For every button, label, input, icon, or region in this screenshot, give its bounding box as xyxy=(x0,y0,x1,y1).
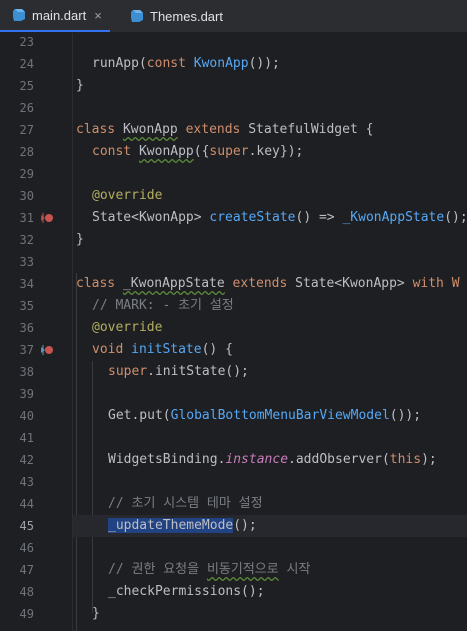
code-line[interactable]: Get.put(GlobalBottomMenuBarViewModel()); xyxy=(73,405,467,427)
line-number: 31 xyxy=(19,211,34,225)
line-number-gutter[interactable]: 23 24 25 26 27 28 29 30 31 32 33 34 35 3… xyxy=(0,33,73,631)
editor-tab-bar: main.dart × Themes.dart xyxy=(0,0,467,33)
code-line[interactable]: void initState() { xyxy=(73,339,467,361)
line-number: 43 xyxy=(19,475,34,489)
code-line[interactable]: WidgetsBinding.instance.addObserver(this… xyxy=(73,449,467,471)
code-line[interactable]: // 권한 요청을 비동기적으로 시작 xyxy=(73,559,467,581)
line-number: 27 xyxy=(19,123,34,137)
line-number: 36 xyxy=(19,321,34,335)
code-line[interactable]: super.initState(); xyxy=(73,361,467,383)
code-line[interactable]: @override xyxy=(73,317,467,339)
selected-text[interactable]: _updateThemeMode xyxy=(108,518,234,533)
code-line[interactable]: _checkPermissions(); xyxy=(73,581,467,603)
line-number: 28 xyxy=(19,145,34,159)
line-number: 34 xyxy=(19,277,34,291)
line-number: 39 xyxy=(19,387,34,401)
tab-themes-dart[interactable]: Themes.dart xyxy=(118,0,228,32)
line-number: 47 xyxy=(19,563,34,577)
code-line[interactable]: } xyxy=(73,603,467,625)
line-number: 38 xyxy=(19,365,34,379)
line-number: 23 xyxy=(19,35,34,49)
line-number: 35 xyxy=(19,299,34,313)
tab-main-dart[interactable]: main.dart × xyxy=(0,0,110,32)
line-number: 44 xyxy=(19,497,34,511)
code-line[interactable]: class KwonApp extends StatefulWidget { xyxy=(73,119,467,141)
line-number: 32 xyxy=(19,233,34,247)
code-line[interactable]: class _KwonAppState extends State<KwonAp… xyxy=(73,273,467,295)
code-line[interactable]: const KwonApp({super.key}); xyxy=(73,141,467,163)
dart-file-icon xyxy=(13,9,25,21)
line-number: 40 xyxy=(19,409,34,423)
code-line[interactable]: // MARK: - 초기 설정 xyxy=(73,295,467,317)
line-number: 42 xyxy=(19,453,34,467)
line-number: 30 xyxy=(19,189,34,203)
line-number: 41 xyxy=(19,431,34,445)
override-implements-icon[interactable] xyxy=(40,343,54,357)
line-number: 48 xyxy=(19,585,34,599)
code-line[interactable]: @override xyxy=(73,185,467,207)
code-line[interactable]: // 초기 시스템 테마 설정 xyxy=(73,493,467,515)
line-number: 25 xyxy=(19,79,34,93)
line-number: 29 xyxy=(19,167,34,181)
line-number: 37 xyxy=(19,343,34,357)
code-editor[interactable]: runApp(const KwonApp()); } class KwonApp… xyxy=(73,33,467,631)
close-icon[interactable]: × xyxy=(94,8,102,23)
override-implements-icon[interactable] xyxy=(40,211,54,225)
code-line[interactable]: } xyxy=(73,229,467,251)
current-code-line[interactable]: _updateThemeMode(); xyxy=(73,515,467,537)
tab-label: Themes.dart xyxy=(150,8,223,24)
line-number: 46 xyxy=(19,541,34,555)
code-line[interactable]: } xyxy=(73,75,467,97)
line-number: 26 xyxy=(19,101,34,115)
current-line-number: 45 xyxy=(19,519,34,533)
line-number: 24 xyxy=(19,57,34,71)
line-number: 49 xyxy=(19,607,34,621)
tab-label: main.dart xyxy=(32,7,87,23)
line-number: 33 xyxy=(19,255,34,269)
code-line[interactable]: State<KwonApp> createState() => _KwonApp… xyxy=(73,207,467,229)
code-line[interactable]: runApp(const KwonApp()); xyxy=(73,53,467,75)
dart-file-icon xyxy=(131,10,143,22)
